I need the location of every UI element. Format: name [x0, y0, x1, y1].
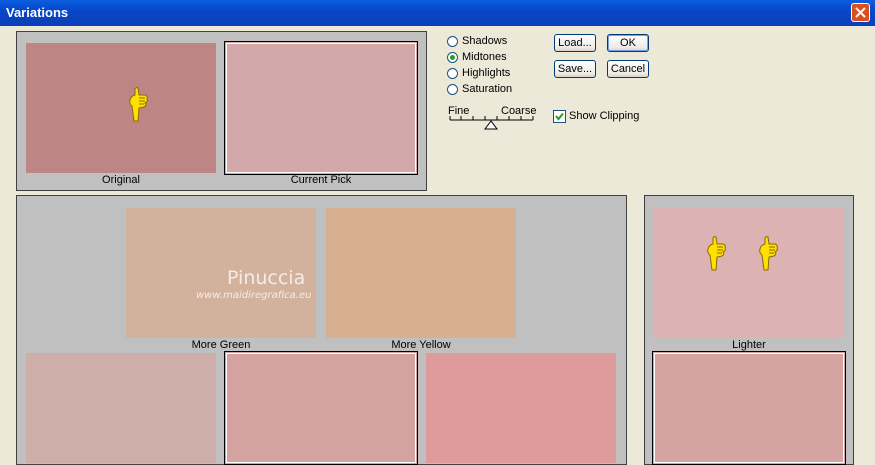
shadows-option[interactable]: Shadows: [447, 33, 507, 49]
close-button[interactable]: [851, 3, 870, 22]
fine-coarse-slider[interactable]: [449, 116, 535, 132]
shadows-label: Shadows: [462, 35, 508, 47]
lighter-label: Lighter: [732, 339, 766, 351]
more-green-label: More Green: [191, 339, 251, 351]
show-clipping-checkbox[interactable]: [553, 110, 566, 123]
current-pick-label: Current Pick: [290, 174, 352, 186]
brightness-panel: Lighter: [644, 195, 854, 465]
more-red-variation[interactable]: [426, 353, 616, 463]
save-button[interactable]: Save...: [554, 60, 596, 78]
watermark-name: Pinuccia: [227, 267, 306, 289]
current-pick-variation[interactable]: [224, 351, 418, 465]
more-cyan-variation[interactable]: [26, 353, 216, 463]
title-bar: Variations: [0, 0, 875, 26]
watermark-site: www.maidiregrafica.eu: [196, 290, 312, 301]
show-clipping-label[interactable]: Show Clipping: [569, 110, 639, 122]
midtones-label: Midtones: [462, 51, 507, 63]
load-button[interactable]: Load...: [554, 34, 596, 52]
hand-pointer-icon: [129, 87, 148, 122]
hand-pointer-icon: [759, 236, 778, 271]
hand-pointer-icon: [707, 236, 726, 271]
midtones-option[interactable]: Midtones: [447, 49, 507, 65]
lighter-variation[interactable]: [654, 208, 844, 338]
more-yellow-variation[interactable]: [326, 208, 516, 338]
saturation-option[interactable]: Saturation: [447, 81, 512, 97]
midtones-radio[interactable]: [447, 51, 458, 63]
variations-panel: More Green More Yellow: [16, 195, 627, 465]
highlights-radio[interactable]: [447, 67, 458, 79]
current-pick-brightness[interactable]: [652, 351, 846, 465]
checkmark-icon: [555, 112, 564, 121]
original-preview: [26, 43, 216, 173]
slider-thumb: [484, 120, 498, 130]
preview-panel: Original Current Pick: [16, 31, 427, 191]
current-pick-preview: [224, 41, 418, 175]
saturation-radio[interactable]: [447, 83, 458, 95]
highlights-option[interactable]: Highlights: [447, 65, 510, 81]
original-label: Original: [102, 174, 140, 186]
saturation-label: Saturation: [462, 83, 513, 95]
more-yellow-label: More Yellow: [391, 339, 451, 351]
cancel-button[interactable]: Cancel: [607, 60, 649, 78]
ok-button[interactable]: OK: [607, 34, 649, 52]
close-icon: [855, 7, 866, 18]
highlights-label: Highlights: [462, 67, 511, 79]
window-title: Variations: [6, 5, 69, 20]
shadows-radio[interactable]: [447, 35, 458, 47]
